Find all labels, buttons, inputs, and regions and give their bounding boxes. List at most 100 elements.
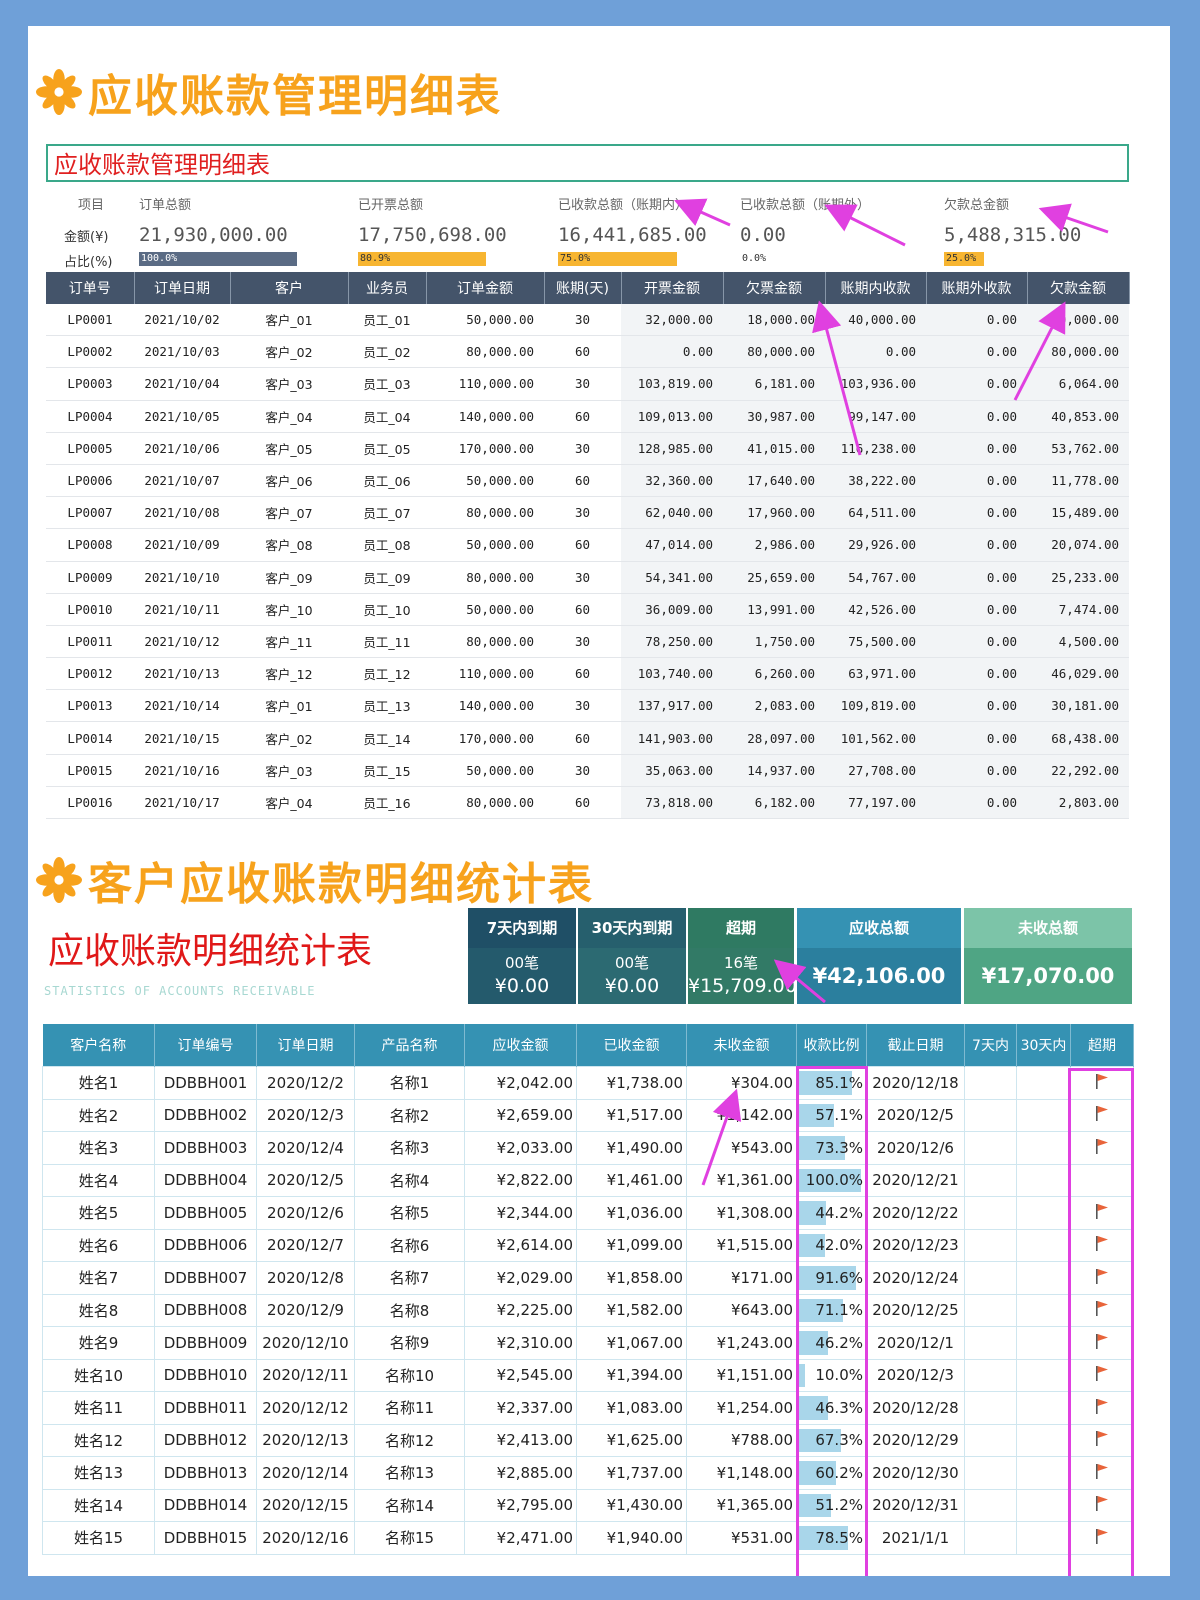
table-cell[interactable]: ¥2,225.00 <box>464 1293 577 1327</box>
table-cell[interactable]: 名称11 <box>354 1391 465 1425</box>
table-cell[interactable] <box>964 1228 1017 1262</box>
table-cell[interactable]: 姓名7 <box>42 1261 155 1295</box>
table-cell[interactable]: 80,000.00 <box>426 786 544 820</box>
table-cell[interactable]: 2020/12/1 <box>866 1326 965 1360</box>
table-cell[interactable]: 0.00 <box>926 528 1027 562</box>
column-header[interactable]: 订单号 <box>46 272 135 304</box>
table-cell[interactable]: 2020/12/14 <box>256 1456 355 1490</box>
table-cell[interactable]: 客户_07 <box>230 496 348 530</box>
table-cell[interactable]: 60 <box>544 721 621 755</box>
table-cell[interactable]: DDBBH015 <box>154 1521 257 1555</box>
table-cell[interactable]: 77,197.00 <box>825 786 926 820</box>
overdue-cell[interactable] <box>1070 1488 1134 1522</box>
table-cell[interactable]: 客户_03 <box>230 754 348 787</box>
table-cell[interactable]: 103,819.00 <box>621 367 723 401</box>
table-cell[interactable]: ¥2,545.00 <box>464 1358 577 1392</box>
table-cell[interactable]: 60 <box>544 400 621 433</box>
table-cell[interactable]: 50,000.00 <box>426 528 544 562</box>
table-cell[interactable] <box>1016 1228 1071 1262</box>
table-cell[interactable]: DDBBH002 <box>154 1098 257 1132</box>
table-cell[interactable]: 101,562.00 <box>825 721 926 755</box>
table-cell[interactable]: 员工_16 <box>348 786 426 820</box>
column-header[interactable]: 客户 <box>230 272 349 304</box>
table-cell[interactable]: 54,341.00 <box>621 561 723 594</box>
table-cell[interactable]: 0.00 <box>926 625 1027 659</box>
table-cell[interactable] <box>964 1066 1017 1100</box>
table-cell[interactable]: LP0009 <box>46 561 134 594</box>
overdue-cell[interactable] <box>1070 1326 1134 1360</box>
table-cell[interactable]: ¥2,471.00 <box>464 1521 577 1555</box>
column-header[interactable]: 账期内收款 <box>825 272 927 304</box>
table-cell[interactable]: 0.00 <box>926 786 1027 820</box>
table-cell[interactable]: 名称9 <box>354 1326 465 1360</box>
table-cell[interactable]: ¥2,033.00 <box>464 1131 577 1165</box>
table-cell[interactable]: 60 <box>544 786 621 820</box>
table-cell[interactable]: 2021/10/02 <box>134 304 230 337</box>
table-cell[interactable] <box>1016 1391 1071 1425</box>
table-cell[interactable]: 38,222.00 <box>825 464 926 498</box>
table-cell[interactable] <box>964 1261 1017 1295</box>
table-cell[interactable]: 2020/12/30 <box>866 1456 965 1490</box>
table-cell[interactable]: ¥788.00 <box>686 1423 797 1457</box>
table-cell[interactable] <box>964 1456 1017 1490</box>
table-cell[interactable]: ¥1,515.00 <box>686 1228 797 1262</box>
table-cell[interactable]: 110,000.00 <box>426 367 544 401</box>
table-cell[interactable]: 110,000.00 <box>426 657 544 691</box>
overdue-cell[interactable] <box>1070 1163 1134 1197</box>
table-cell[interactable] <box>1016 1196 1071 1230</box>
table-cell[interactable]: 2021/10/10 <box>134 561 230 594</box>
ratio-cell[interactable]: 60.2% <box>796 1456 867 1490</box>
table-cell[interactable]: 2020/12/28 <box>866 1391 965 1425</box>
ratio-cell[interactable]: 91.6% <box>796 1261 867 1295</box>
table-cell[interactable]: 名称10 <box>354 1358 465 1392</box>
table-cell[interactable] <box>1016 1358 1071 1392</box>
table-cell[interactable]: ¥2,614.00 <box>464 1228 577 1262</box>
sheet-title-cell[interactable]: 应收账款管理明细表 <box>46 144 1129 182</box>
table-cell[interactable]: 1,750.00 <box>723 625 825 659</box>
table-cell[interactable] <box>1016 1163 1071 1197</box>
table-cell[interactable]: LP0008 <box>46 528 134 562</box>
table-cell[interactable]: 2020/12/24 <box>866 1261 965 1295</box>
table-cell[interactable]: 64,511.00 <box>825 496 926 530</box>
table-cell[interactable]: 18,000.00 <box>723 304 825 337</box>
table-cell[interactable]: 2020/12/18 <box>866 1066 965 1100</box>
table-cell[interactable]: 35,063.00 <box>621 754 723 787</box>
table-cell[interactable] <box>1016 1423 1071 1457</box>
kpi-card[interactable]: 30天内到期 00笔 ¥0.00 <box>578 908 686 1004</box>
column-header[interactable]: 账期外收款 <box>926 272 1028 304</box>
table-cell[interactable]: LP0004 <box>46 400 134 433</box>
overdue-cell[interactable] <box>1070 1293 1134 1327</box>
column-header[interactable]: 已收金额 <box>576 1024 687 1067</box>
table-cell[interactable]: ¥1,151.00 <box>686 1358 797 1392</box>
table-cell[interactable]: 员工_08 <box>348 528 426 562</box>
table-cell[interactable]: 客户_09 <box>230 561 348 594</box>
overdue-cell[interactable] <box>1070 1521 1134 1555</box>
table-cell[interactable]: 54,767.00 <box>825 561 926 594</box>
table-cell[interactable]: 68,438.00 <box>1027 721 1129 755</box>
table-cell[interactable]: LP0003 <box>46 367 134 401</box>
table-cell[interactable]: ¥1,243.00 <box>686 1326 797 1360</box>
table-cell[interactable]: DDBBH013 <box>154 1456 257 1490</box>
table-cell[interactable]: 2021/10/15 <box>134 721 230 755</box>
table-cell[interactable]: 名称4 <box>354 1163 465 1197</box>
table-cell[interactable]: DDBBH010 <box>154 1358 257 1392</box>
table-cell[interactable]: DDBBH008 <box>154 1293 257 1327</box>
table-cell[interactable]: 80,000.00 <box>426 335 544 369</box>
table-cell[interactable]: 14,937.00 <box>723 754 825 787</box>
table-cell[interactable]: 姓名5 <box>42 1196 155 1230</box>
table-cell[interactable]: 姓名10 <box>42 1358 155 1392</box>
table-cell[interactable] <box>964 1131 1017 1165</box>
table-cell[interactable]: 137,917.00 <box>621 689 723 723</box>
table-cell[interactable]: 2020/12/10 <box>256 1326 355 1360</box>
table-cell[interactable] <box>1016 1261 1071 1295</box>
table-cell[interactable]: 0.00 <box>926 367 1027 401</box>
table-cell[interactable]: 20,074.00 <box>1027 528 1129 562</box>
table-cell[interactable]: 2021/10/07 <box>134 464 230 498</box>
table-cell[interactable]: 员工_10 <box>348 593 426 626</box>
table-cell[interactable]: 客户_11 <box>230 625 348 659</box>
overdue-cell[interactable] <box>1070 1391 1134 1425</box>
table-cell[interactable]: ¥1,365.00 <box>686 1488 797 1522</box>
table-cell[interactable]: 109,819.00 <box>825 689 926 723</box>
table-cell[interactable]: 姓名15 <box>42 1521 155 1555</box>
table-cell[interactable]: 128,985.00 <box>621 432 723 465</box>
